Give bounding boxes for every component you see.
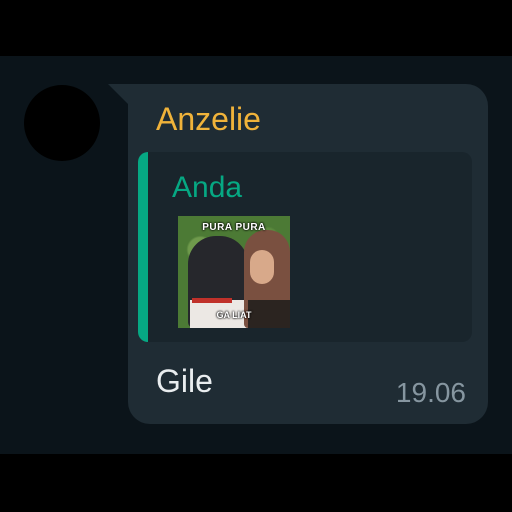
quoted-sticker-thumbnail[interactable]: PURA PURA GA LIAT bbox=[178, 216, 290, 328]
quoted-message[interactable]: Anda PURA PURA GA LIAT bbox=[138, 152, 472, 342]
message-timestamp: 19.06 bbox=[395, 377, 466, 408]
sticker-collar-stripe bbox=[192, 298, 232, 303]
bubble-tail bbox=[108, 84, 130, 106]
sticker-top-text: PURA PURA bbox=[202, 222, 266, 233]
quote-accent-bar bbox=[138, 152, 148, 342]
sticker-bottom-text: GA LIAT bbox=[216, 310, 252, 320]
avatar[interactable] bbox=[24, 85, 100, 161]
message-bubble[interactable]: Anzelie Anda PURA PURA GA LIAT Gile 19.0… bbox=[128, 84, 488, 424]
quoted-author: Anda bbox=[172, 171, 243, 204]
sender-name[interactable]: Anzelie bbox=[156, 100, 261, 138]
message-text: Gile bbox=[156, 363, 213, 399]
screen: Anzelie Anda PURA PURA GA LIAT Gile 19.0… bbox=[0, 0, 512, 512]
sticker-face bbox=[250, 250, 274, 284]
